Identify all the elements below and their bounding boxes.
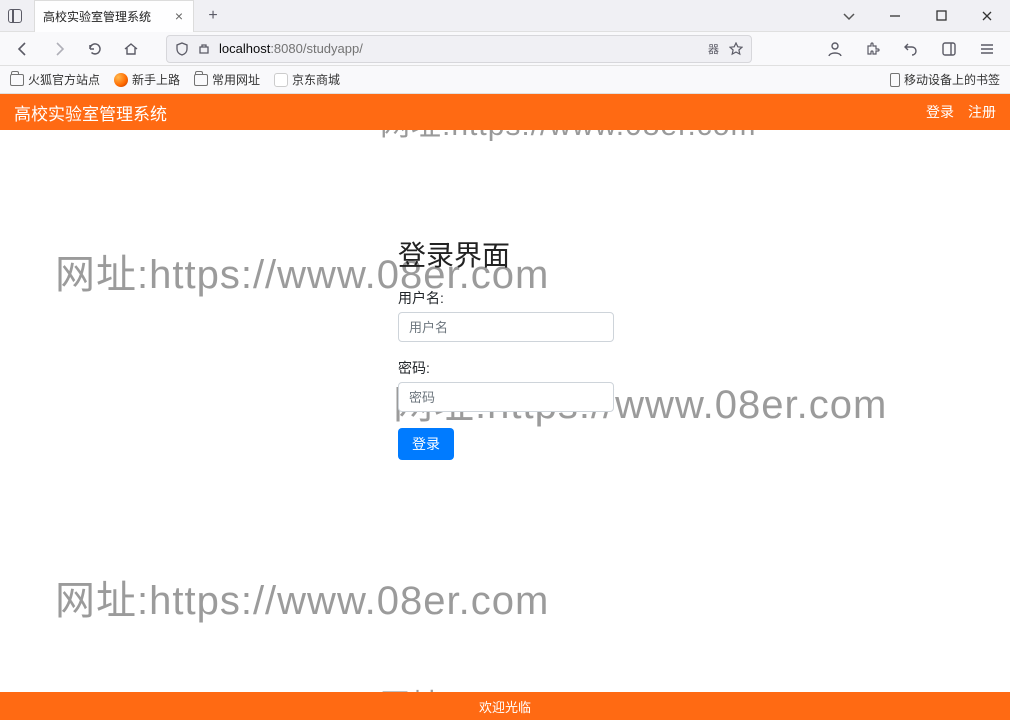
home-icon <box>123 41 139 57</box>
extensions-button[interactable] <box>860 36 886 62</box>
home-button[interactable] <box>118 36 144 62</box>
window-controls <box>826 0 1010 31</box>
bookmark-item[interactable]: 火狐官方站点 <box>10 71 100 88</box>
login-submit-button[interactable]: 登录 <box>398 428 454 460</box>
bookmark-label: 新手上路 <box>132 71 180 88</box>
page-viewport: 高校实验室管理系统 登录 注册 网址:https://www.08er.com … <box>0 94 1010 720</box>
nav-register-link[interactable]: 注册 <box>968 102 996 122</box>
reload-icon <box>87 41 103 57</box>
reader-mode-badge[interactable]: 器 <box>708 41 719 57</box>
arrow-left-icon <box>14 40 32 58</box>
close-tab-icon[interactable]: × <box>173 8 185 24</box>
sidebar-icon <box>941 41 957 57</box>
jd-icon <box>274 73 288 87</box>
site-footer: 欢迎光临 <box>0 692 1010 720</box>
browser-tab-bar: 高校实验室管理系统 × + <box>0 0 1010 32</box>
new-tab-button[interactable]: + <box>200 3 226 29</box>
info-icon <box>197 42 211 56</box>
login-heading: 登录界面 <box>398 234 638 274</box>
reload-button[interactable] <box>82 36 108 62</box>
sidebar-button[interactable] <box>936 36 962 62</box>
browser-tab[interactable]: 高校实验室管理系统 × <box>34 0 194 32</box>
shield-icon <box>175 42 189 56</box>
login-form: 登录界面 用户名: 密码: 登录 <box>398 234 638 460</box>
site-title: 高校实验室管理系统 <box>14 100 167 125</box>
bookmark-item[interactable]: 京东商城 <box>274 71 340 88</box>
close-icon <box>981 10 993 22</box>
address-bar[interactable]: localhost:8080/studyapp/ 器 <box>166 35 752 63</box>
account-icon <box>827 41 843 57</box>
minimize-button[interactable] <box>872 0 918 31</box>
bookmark-star-icon[interactable] <box>729 42 743 56</box>
site-nav: 登录 注册 <box>926 102 996 122</box>
bookmark-bar: 火狐官方站点 新手上路 常用网址 京东商城 移动设备上的书签 <box>0 66 1010 94</box>
footer-text: 欢迎光临 <box>479 697 531 716</box>
undo-icon <box>903 41 919 57</box>
watermark-text: 网址:https://www.08er.com <box>55 568 549 626</box>
bookmark-label: 火狐官方站点 <box>28 71 100 88</box>
undo-button[interactable] <box>898 36 924 62</box>
recent-tabs-icon <box>8 9 22 23</box>
nav-login-link[interactable]: 登录 <box>926 102 954 122</box>
browser-nav-bar: localhost:8080/studyapp/ 器 <box>0 32 1010 66</box>
chevron-down-icon <box>842 9 856 23</box>
back-button[interactable] <box>10 36 36 62</box>
password-input[interactable] <box>398 382 614 412</box>
site-header: 高校实验室管理系统 登录 注册 <box>0 94 1010 130</box>
close-window-button[interactable] <box>964 0 1010 31</box>
bookmark-item[interactable]: 新手上路 <box>114 71 180 88</box>
mobile-bookmarks[interactable]: 移动设备上的书签 <box>890 71 1000 88</box>
username-input[interactable] <box>398 312 614 342</box>
bookmark-item[interactable]: 常用网址 <box>194 71 260 88</box>
arrow-right-icon <box>50 40 68 58</box>
toolbar-right <box>822 36 1000 62</box>
url-text: localhost:8080/studyapp/ <box>219 41 363 56</box>
username-label: 用户名: <box>398 288 638 308</box>
firefox-icon <box>114 73 128 87</box>
minimize-icon <box>889 10 901 22</box>
folder-icon <box>10 74 24 86</box>
maximize-icon <box>936 10 947 21</box>
hamburger-icon <box>979 41 995 57</box>
tab-title: 高校实验室管理系统 <box>43 8 173 25</box>
password-label: 密码: <box>398 358 638 378</box>
overflow-button[interactable] <box>826 0 872 31</box>
bookmark-label: 移动设备上的书签 <box>904 71 1000 88</box>
account-button[interactable] <box>822 36 848 62</box>
bookmark-label: 常用网址 <box>212 71 260 88</box>
forward-button[interactable] <box>46 36 72 62</box>
maximize-button[interactable] <box>918 0 964 31</box>
menu-button[interactable] <box>974 36 1000 62</box>
bookmark-label: 京东商城 <box>292 71 340 88</box>
recent-tabs-button[interactable] <box>0 0 30 31</box>
mobile-icon <box>890 73 900 87</box>
folder-icon <box>194 74 208 86</box>
puzzle-icon <box>865 41 881 57</box>
